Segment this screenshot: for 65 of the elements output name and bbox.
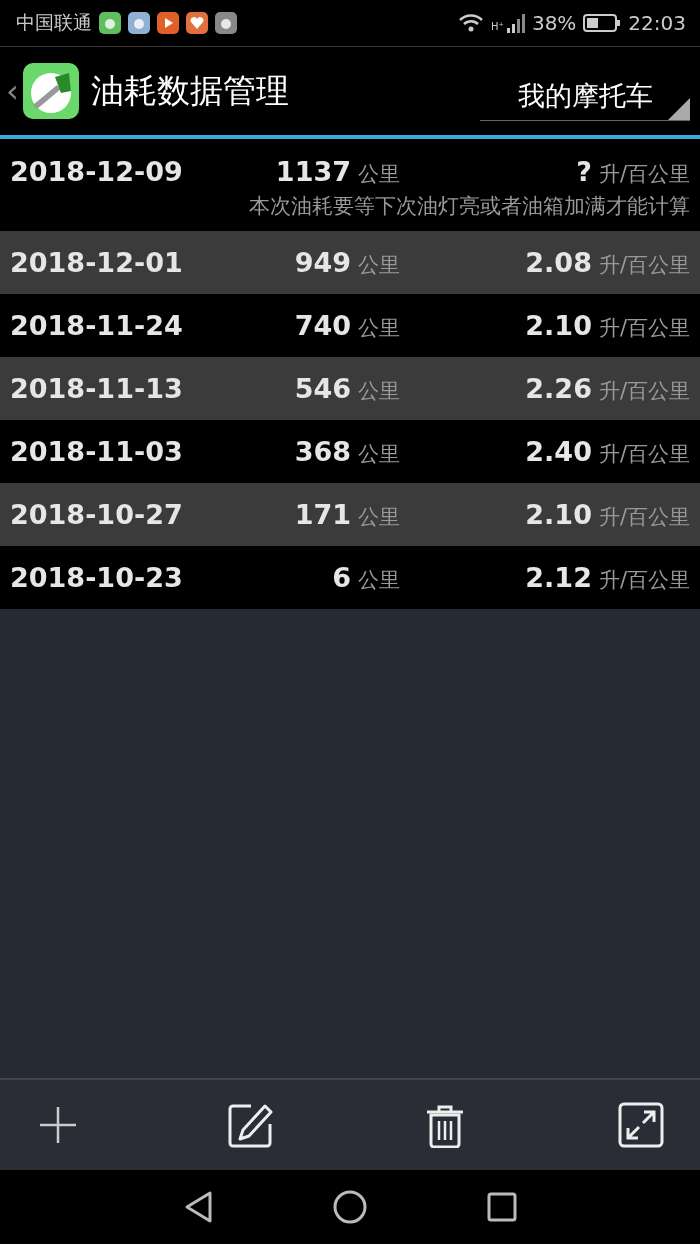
record-row[interactable]: 2018-12-01 949 公里 2.08 升/百公里 bbox=[0, 231, 700, 294]
back-chevron[interactable]: ‹ bbox=[6, 75, 19, 107]
fuel-nozzle-icon[interactable] bbox=[22, 63, 79, 119]
record-row[interactable]: 2018-11-13 546 公里 2.26 升/百公里 bbox=[0, 357, 700, 420]
record-row[interactable]: 2018-10-23 6 公里 2.12 升/百公里 bbox=[0, 546, 700, 609]
record-date: 2018-12-01 bbox=[10, 246, 184, 278]
home-icon[interactable] bbox=[333, 1190, 367, 1224]
app-title: 油耗数据管理 bbox=[90, 69, 289, 112]
record-row[interactable]: 2018-11-24 740 公里 2.10 升/百公里 bbox=[0, 294, 700, 357]
edit-icon[interactable] bbox=[227, 1102, 274, 1148]
consumption-value: ? bbox=[576, 156, 592, 187]
record-date: 2018-10-23 bbox=[10, 561, 184, 593]
battery-percent: 38% bbox=[531, 11, 577, 35]
record-date: 2018-12-09 bbox=[10, 156, 184, 187]
play-icon bbox=[157, 12, 179, 34]
consumption-value: 2.40 bbox=[525, 435, 592, 467]
network-type: H⁺ bbox=[491, 21, 504, 32]
consumption-unit: 升/百公里 bbox=[598, 378, 690, 403]
wifi-icon bbox=[458, 13, 485, 33]
consumption-unit: 升/百公里 bbox=[598, 252, 690, 277]
expand-icon[interactable] bbox=[618, 1102, 664, 1148]
consumption-unit: 升/百公里 bbox=[598, 162, 690, 186]
distance-value: 368 bbox=[294, 435, 351, 467]
signal-icon bbox=[506, 13, 525, 33]
app-icon bbox=[215, 12, 237, 34]
distance-unit: 公里 bbox=[358, 378, 400, 403]
vehicle-dropdown[interactable]: 我的摩托车 bbox=[480, 71, 690, 121]
record-row[interactable]: 2018-11-03 368 公里 2.40 升/百公里 bbox=[0, 420, 700, 483]
distance-unit: 公里 bbox=[358, 162, 400, 186]
record-row[interactable]: 2018-10-27 171 公里 2.10 升/百公里 bbox=[0, 483, 700, 546]
consumption-unit: 升/百公里 bbox=[598, 567, 690, 592]
distance-value: 1137 bbox=[275, 156, 351, 187]
distance-value: 949 bbox=[294, 246, 351, 278]
distance-value: 740 bbox=[294, 309, 351, 341]
consumption-value: 2.10 bbox=[525, 309, 592, 341]
dropdown-corner-icon bbox=[668, 98, 690, 120]
recents-icon[interactable] bbox=[487, 1192, 517, 1222]
record-date: 2018-11-03 bbox=[10, 435, 184, 467]
consumption-value: 2.26 bbox=[525, 372, 592, 404]
distance-value: 171 bbox=[294, 498, 351, 530]
distance-value: 6 bbox=[332, 561, 351, 593]
record-date: 2018-10-27 bbox=[10, 498, 184, 530]
consumption-unit: 升/百公里 bbox=[598, 315, 690, 340]
clock: 22:03 bbox=[628, 11, 686, 35]
consumption-unit: 升/百公里 bbox=[598, 441, 690, 466]
add-icon[interactable] bbox=[38, 1105, 78, 1145]
battery-icon bbox=[583, 13, 622, 33]
back-icon[interactable] bbox=[183, 1190, 213, 1224]
distance-unit: 公里 bbox=[358, 252, 400, 277]
record-date: 2018-11-13 bbox=[10, 372, 184, 404]
carrier-name: 中国联通 bbox=[16, 10, 92, 35]
consumption-value: 2.08 bbox=[525, 246, 592, 278]
distance-unit: 公里 bbox=[358, 315, 400, 340]
app-icon bbox=[99, 12, 121, 34]
distance-value: 546 bbox=[294, 372, 351, 404]
record-note: 本次油耗要等下次油灯亮或者油箱加满才能计算 bbox=[248, 193, 690, 220]
consumption-value: 2.10 bbox=[525, 498, 592, 530]
app-icon bbox=[128, 12, 150, 34]
distance-unit: 公里 bbox=[358, 567, 400, 592]
consumption-value: 2.12 bbox=[525, 561, 592, 593]
distance-unit: 公里 bbox=[358, 441, 400, 466]
record-row[interactable]: 2018-12-09 1137 公里 ? 升/百公里 本次油耗要等下次油灯亮或者油箱加满才能计算 bbox=[0, 139, 700, 231]
distance-unit: 公里 bbox=[358, 504, 400, 529]
consumption-unit: 升/百公里 bbox=[598, 504, 690, 529]
record-date: 2018-11-24 bbox=[10, 309, 184, 341]
